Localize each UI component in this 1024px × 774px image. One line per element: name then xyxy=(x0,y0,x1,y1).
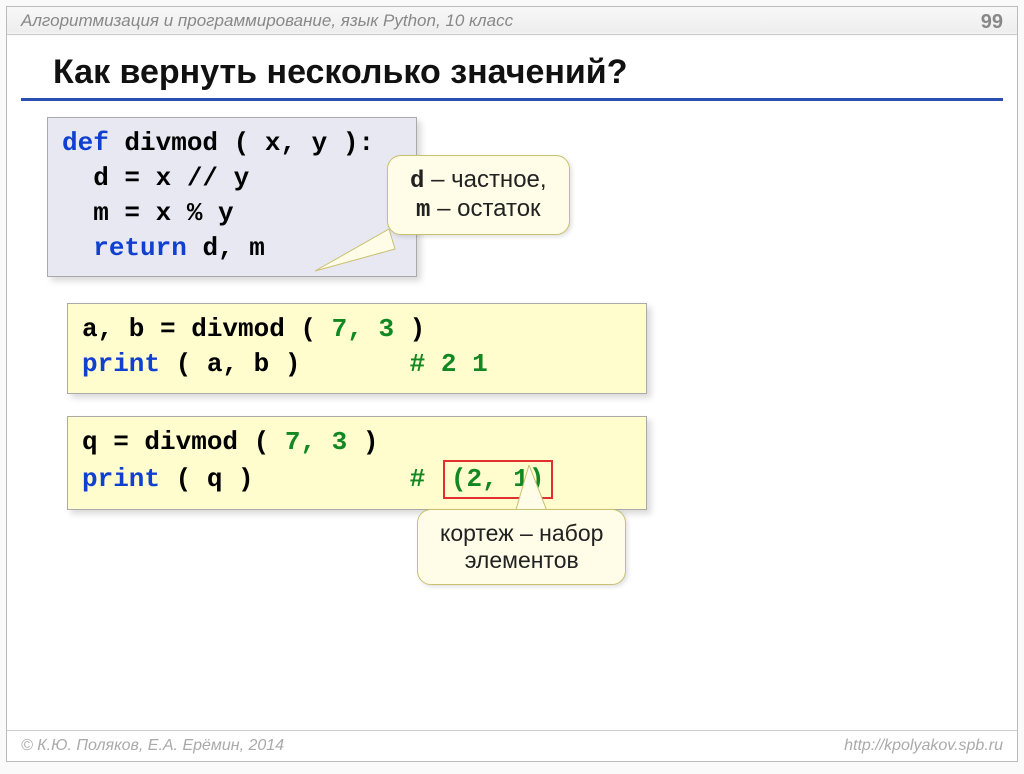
content-area: def divmod ( x, y ): d = x // y m = x % … xyxy=(7,117,1017,510)
footer: © К.Ю. Поляков, Е.А. Ерёмин, 2014 http:/… xyxy=(7,730,1017,761)
header-subject: Алгоритмизация и программирование, язык … xyxy=(21,11,513,34)
keyword-def: def xyxy=(62,128,109,158)
callout-tail-1 xyxy=(307,229,397,279)
code-block-tuple-result: q = divmod ( 7, 3 ) print ( q ) # (2, 1) xyxy=(67,416,647,510)
header-bar: Алгоритмизация и программирование, язык … xyxy=(7,7,1017,35)
keyword-print: print xyxy=(82,349,160,379)
keyword-return: return xyxy=(93,233,187,263)
callout-quotient-remainder: d – частное, m – остаток xyxy=(387,155,570,235)
keyword-print: print xyxy=(82,464,160,494)
callout-tuple: кортеж – набор элементов xyxy=(417,509,626,585)
footer-copyright: © К.Ю. Поляков, Е.А. Ерёмин, 2014 xyxy=(21,737,284,755)
slide: Алгоритмизация и программирование, язык … xyxy=(6,6,1018,762)
code-block-tuple-unpack: a, b = divmod ( 7, 3 ) print ( a, b ) # … xyxy=(67,303,647,393)
footer-url: http://kpolyakov.spb.ru xyxy=(844,737,1003,755)
slide-title: Как вернуть несколько значений? xyxy=(21,35,1003,101)
page-number: 99 xyxy=(981,11,1003,34)
